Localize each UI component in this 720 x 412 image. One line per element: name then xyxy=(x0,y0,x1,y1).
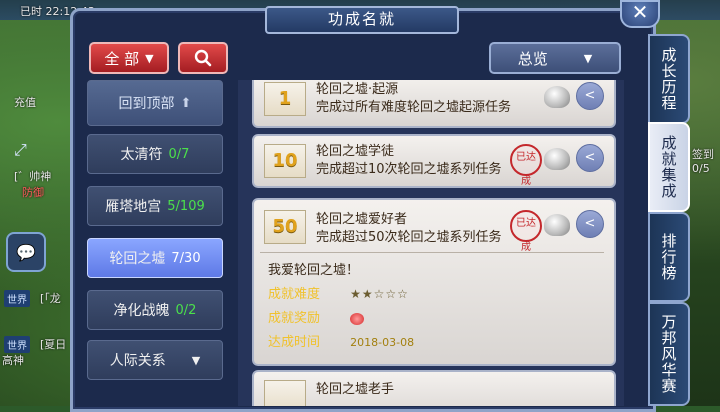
checkin-count: 0/5 xyxy=(692,162,710,175)
close-icon[interactable]: ✕ xyxy=(620,0,660,28)
chat-name: 高神 xyxy=(2,354,24,367)
achievement-list[interactable]: 1 轮回之墟·起源 完成过所有难度轮回之墟起源任务 < 10 轮回之墟学徒 完成… xyxy=(238,80,624,406)
chevron-down-icon: ▼ xyxy=(145,51,154,65)
level-badge: 1 xyxy=(264,82,306,116)
achievement-name: 轮回之墟老手 xyxy=(316,382,395,397)
overview-label: 总览 xyxy=(517,49,548,68)
world-chat-line: [夏日 xyxy=(40,338,67,351)
tab-wanbang-contest[interactable]: 万邦风华赛 xyxy=(648,302,690,406)
category-count: 0/7 xyxy=(168,146,190,162)
achievement-card[interactable]: 1 轮回之墟·起源 完成过所有难度轮回之墟起源任务 < xyxy=(252,80,616,128)
reward-row: 成就奖励 xyxy=(268,307,365,326)
achievement-card-expanded[interactable]: 50 轮回之墟爱好者 完成超过50次轮回之墟系列任务 已达成 < 我爱轮回之墟！… xyxy=(252,198,616,366)
silver-ingot-icon xyxy=(544,86,570,108)
tab-achievements[interactable]: 成就集成 xyxy=(648,122,690,212)
completed-seal: 已达成 xyxy=(510,144,542,187)
world-chat-line: [「龙 xyxy=(40,292,61,305)
category-taiqingfu[interactable]: 太清符 0/7 xyxy=(87,134,223,174)
level-badge: 50 xyxy=(264,210,306,244)
category-name: 人际关系 xyxy=(109,353,166,369)
achievement-card[interactable]: 轮回之墟老手 xyxy=(252,370,616,406)
achievement-name: 轮回之墟学徒 xyxy=(316,144,395,159)
chevron-down-icon: ▼ xyxy=(191,353,201,367)
date-label: 达成时间 xyxy=(268,335,321,350)
search-button[interactable] xyxy=(178,42,228,74)
category-count: 5/109 xyxy=(167,198,205,214)
share-icon[interactable]: < xyxy=(576,82,604,110)
date-row: 达成时间 2018-03-08 xyxy=(268,331,414,350)
checkin-label: 签到 xyxy=(692,148,714,161)
level-badge: 10 xyxy=(264,144,306,178)
category-name: 太清符 xyxy=(120,147,163,163)
recharge-link[interactable]: 充值 xyxy=(14,94,36,110)
chat-icon[interactable]: 💬 xyxy=(6,232,46,272)
category-count: 0/2 xyxy=(175,302,197,318)
category-jinghua-zhanpo[interactable]: 净化战魄 0/2 xyxy=(87,290,223,330)
world-channel-chip: 世界 xyxy=(4,336,30,353)
level-badge xyxy=(264,380,306,406)
category-yanta-digong[interactable]: 雁塔地宫 5/109 xyxy=(87,186,223,226)
category-name: 净化战魄 xyxy=(113,303,170,319)
player-name: [゛帅神 xyxy=(14,170,52,183)
defense-label: 防御 xyxy=(22,186,44,199)
category-name: 雁塔地宫 xyxy=(105,199,162,215)
overview-dropdown[interactable]: 总览 ▼ xyxy=(489,42,621,74)
achievement-card[interactable]: 10 轮回之墟学徒 完成超过10次轮回之墟系列任务 已达成 < xyxy=(252,134,616,188)
difficulty-row: 成就难度 ★★☆☆☆ xyxy=(268,283,409,302)
share-icon[interactable]: < xyxy=(576,144,604,172)
difficulty-stars: ★★☆☆☆ xyxy=(350,287,409,301)
difficulty-label: 成就难度 xyxy=(268,287,321,302)
date-value: 2018-03-08 xyxy=(350,336,415,349)
filter-dropdown[interactable]: 全 部 ▼ xyxy=(89,42,169,74)
category-name: 轮回之墟 xyxy=(109,251,166,267)
arrow-up-icon: ⬆ xyxy=(180,95,192,111)
back-to-top-button[interactable]: 回到顶部 ⬆ xyxy=(87,80,223,126)
chevron-down-icon: ▼ xyxy=(583,51,593,65)
category-count: 7/30 xyxy=(171,250,201,266)
completed-seal: 已达成 xyxy=(510,210,542,253)
tab-rankings[interactable]: 排行榜 xyxy=(648,212,690,302)
achievement-name: 轮回之墟·起源 xyxy=(316,82,399,97)
back-to-top-label: 回到顶部 xyxy=(118,96,175,112)
achievement-detail: 我爱轮回之墟！ 成就难度 ★★☆☆☆ 成就奖励 达成时间 2018-03-08 xyxy=(260,252,604,359)
tab-growth-history[interactable]: 成长历程 xyxy=(648,34,690,124)
reward-icon[interactable] xyxy=(350,312,365,325)
achievement-desc: 完成过所有难度轮回之墟起源任务 xyxy=(316,100,512,115)
dialog-title: 功成名就 xyxy=(265,6,459,34)
expand-icon[interactable]: ⤢ xyxy=(14,140,27,160)
share-icon[interactable]: < xyxy=(576,210,604,238)
category-renji-guanxi[interactable]: 人际关系 ▼ xyxy=(87,340,223,380)
silver-ingot-icon xyxy=(544,148,570,170)
reward-label: 成就奖励 xyxy=(268,311,321,326)
world-channel-chip: 世界 xyxy=(4,290,30,307)
category-lunhui-zhixu[interactable]: 轮回之墟 7/30 xyxy=(87,238,223,278)
silver-ingot-icon xyxy=(544,214,570,236)
filter-label: 全 部 xyxy=(104,49,140,68)
detail-title: 我爱轮回之墟！ xyxy=(268,263,360,278)
achievement-name: 轮回之墟爱好者 xyxy=(316,212,408,227)
search-icon xyxy=(194,49,212,67)
